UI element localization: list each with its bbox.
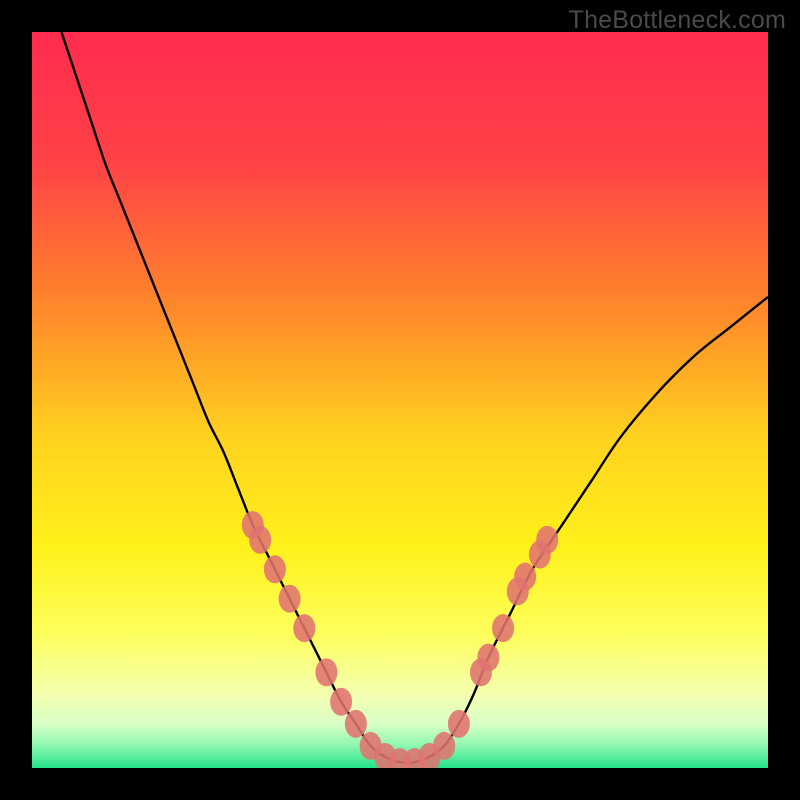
data-marker bbox=[514, 563, 536, 591]
data-marker bbox=[433, 732, 455, 760]
data-marker bbox=[330, 688, 352, 716]
data-marker bbox=[345, 710, 367, 738]
data-marker bbox=[477, 644, 499, 672]
data-marker bbox=[293, 614, 315, 642]
data-marker bbox=[279, 585, 301, 613]
chart-frame: TheBottleneck.com bbox=[0, 0, 800, 800]
data-marker bbox=[264, 555, 286, 583]
data-marker bbox=[492, 614, 514, 642]
bottleneck-chart bbox=[32, 32, 768, 768]
data-marker bbox=[448, 710, 470, 738]
data-marker bbox=[249, 526, 271, 554]
watermark-label: TheBottleneck.com bbox=[569, 6, 786, 35]
data-marker bbox=[315, 658, 337, 686]
gradient-background bbox=[32, 32, 768, 768]
plot-area bbox=[32, 32, 768, 768]
data-marker bbox=[536, 526, 558, 554]
